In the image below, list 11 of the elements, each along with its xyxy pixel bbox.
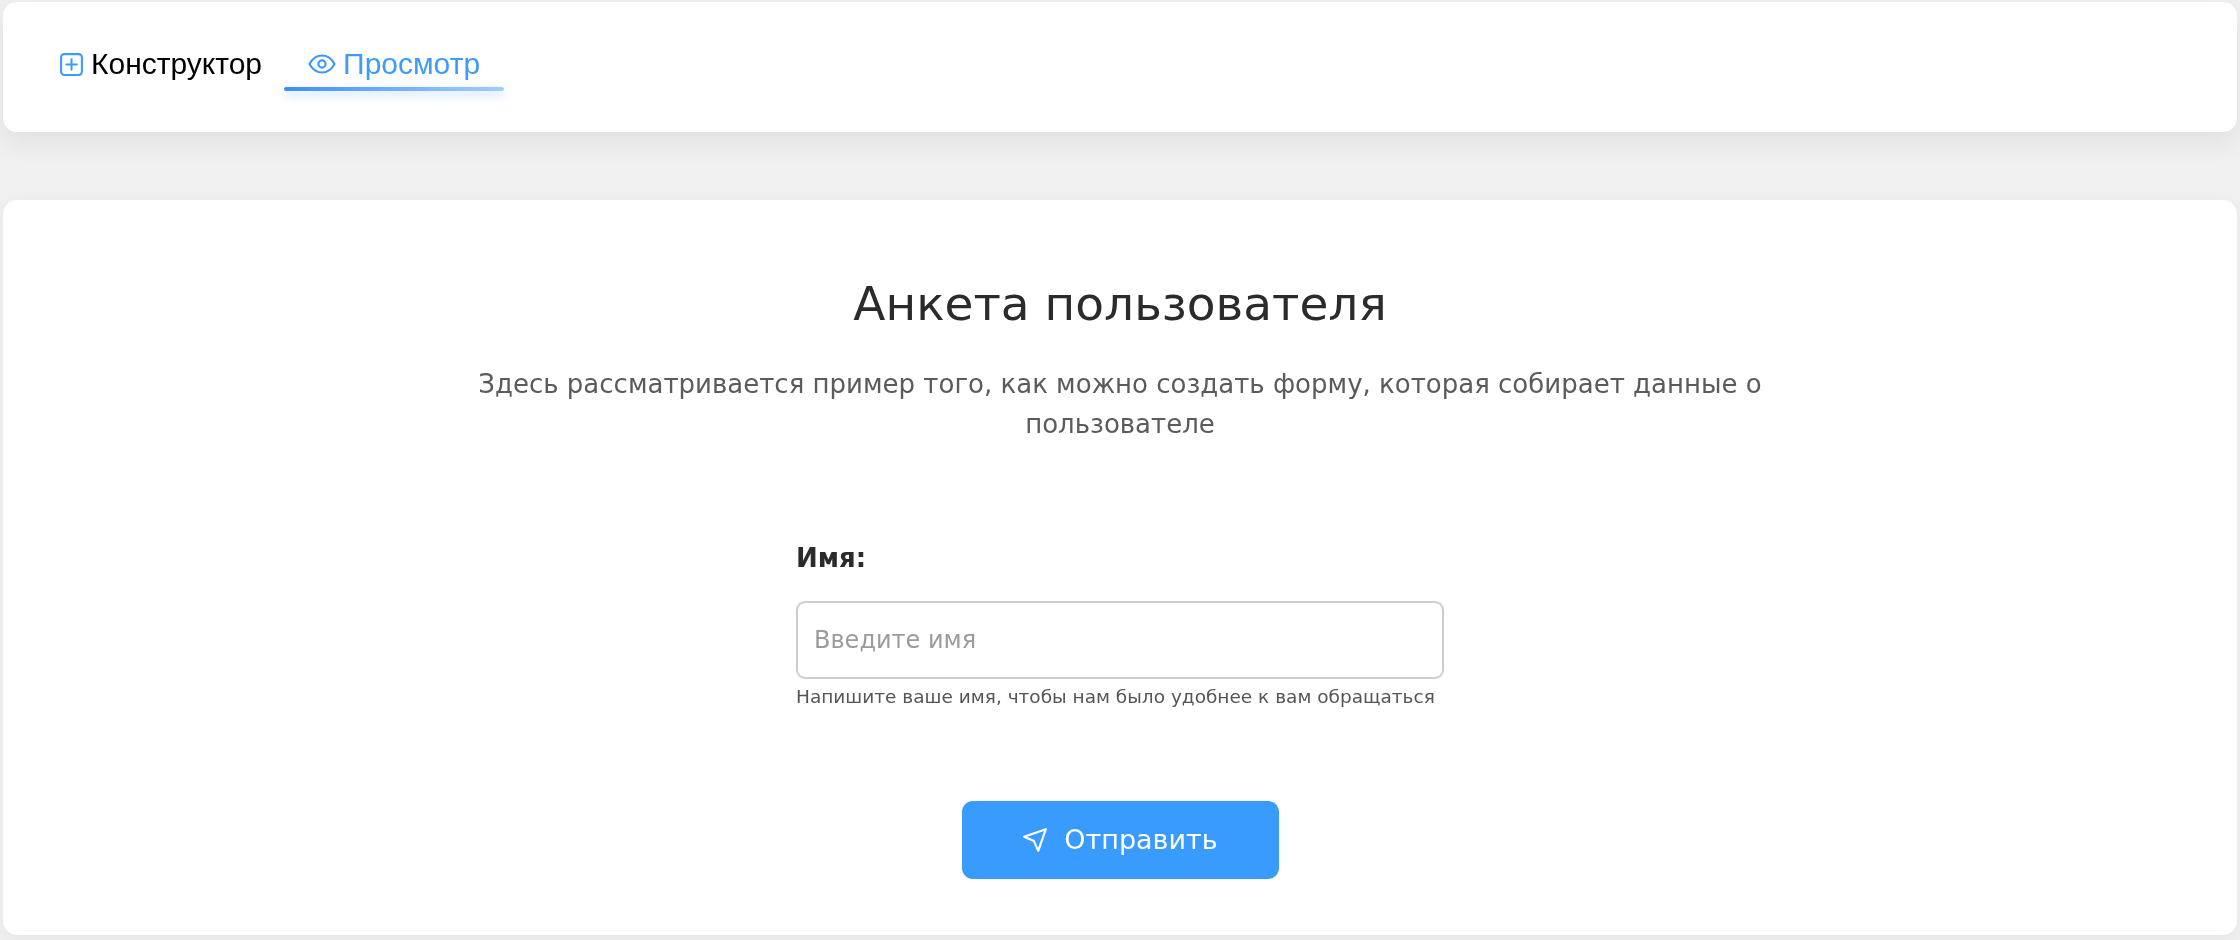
field-label: Имя: bbox=[796, 542, 867, 575]
plus-square-icon bbox=[59, 51, 84, 77]
eye-icon bbox=[308, 54, 337, 74]
send-icon bbox=[1022, 827, 1049, 853]
form-description: Здесь рассматривается пример того, как можно создать форму, которая собирает данные о пользователе bbox=[477, 368, 1763, 441]
name-input[interactable]: Введите имя bbox=[796, 601, 1444, 679]
tab[interactable]: Просмотр bbox=[284, 47, 505, 91]
form-title: Анкета пользователя bbox=[853, 276, 1387, 332]
tab[interactable]: Конструктор bbox=[37, 47, 285, 91]
field-hint: Напишите ваше имя, чтобы нам было удобнее к вам обращаться bbox=[796, 685, 1435, 709]
submit-button[interactable]: Отправить bbox=[961, 801, 1279, 879]
